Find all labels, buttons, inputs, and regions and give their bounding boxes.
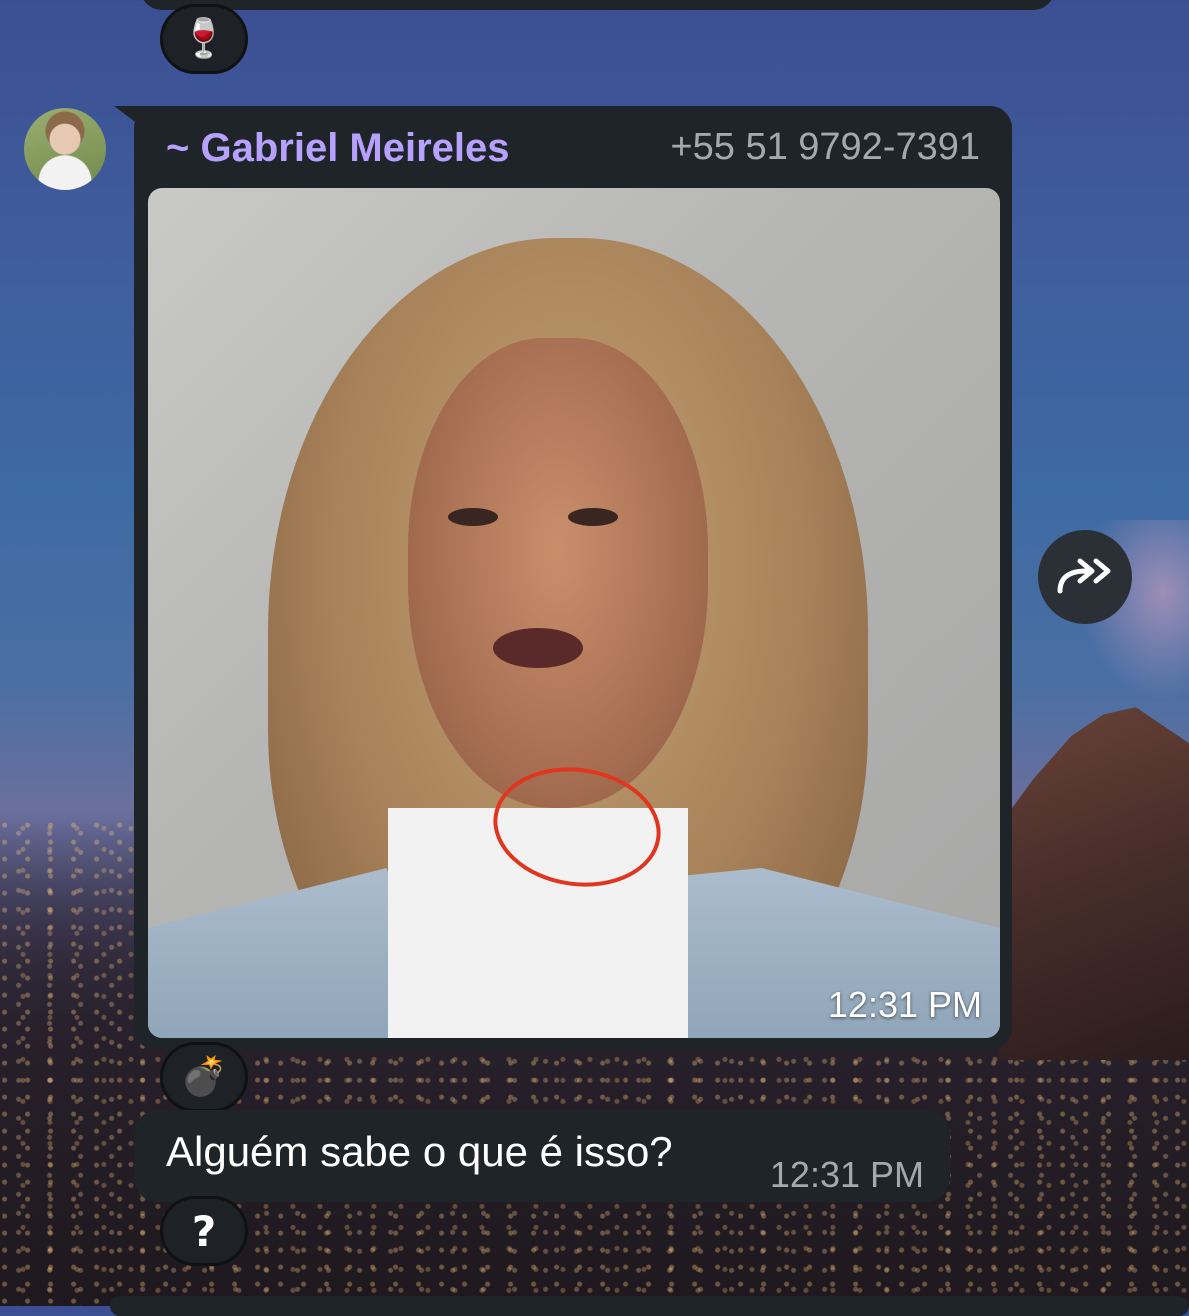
photo-timestamp: 12:31 PM bbox=[827, 984, 982, 1025]
text-message-bubble[interactable]: Alguém sabe o que é isso? 12:31 PM bbox=[134, 1110, 950, 1202]
bomb-emoji: 💣 bbox=[180, 1056, 228, 1098]
message-timestamp: 12:31 PM bbox=[769, 1154, 924, 1195]
previous-message-bubble[interactable] bbox=[140, 0, 1055, 10]
question-mark-emoji: ? bbox=[191, 1206, 217, 1256]
avatar[interactable] bbox=[24, 108, 106, 190]
reaction-wine[interactable]: 🍷 bbox=[160, 4, 248, 74]
wine-glass-emoji: 🍷 bbox=[180, 18, 228, 60]
message-photo[interactable]: 12:31 PM bbox=[148, 188, 1000, 1038]
photo-mouth bbox=[493, 628, 583, 668]
message-text: Alguém sabe o que é isso? bbox=[166, 1128, 673, 1175]
reaction-question[interactable]: ? bbox=[160, 1196, 248, 1266]
wallpaper-mountain bbox=[999, 707, 1189, 1060]
photo-eye-left bbox=[448, 508, 498, 526]
sender-name[interactable]: ~ Gabriel Meireles bbox=[166, 126, 510, 171]
media-message-bubble[interactable]: ~ Gabriel Meireles +55 51 9792-7391 12:3… bbox=[134, 106, 1012, 1050]
forward-button[interactable] bbox=[1038, 530, 1132, 624]
photo-eye-right bbox=[568, 508, 618, 526]
next-message-bubble[interactable] bbox=[110, 1296, 1189, 1316]
photo-face bbox=[408, 338, 708, 808]
forward-icon bbox=[1057, 558, 1111, 594]
reaction-bomb[interactable]: 💣 bbox=[160, 1042, 248, 1112]
sender-phone: +55 51 9792-7391 bbox=[670, 126, 980, 168]
